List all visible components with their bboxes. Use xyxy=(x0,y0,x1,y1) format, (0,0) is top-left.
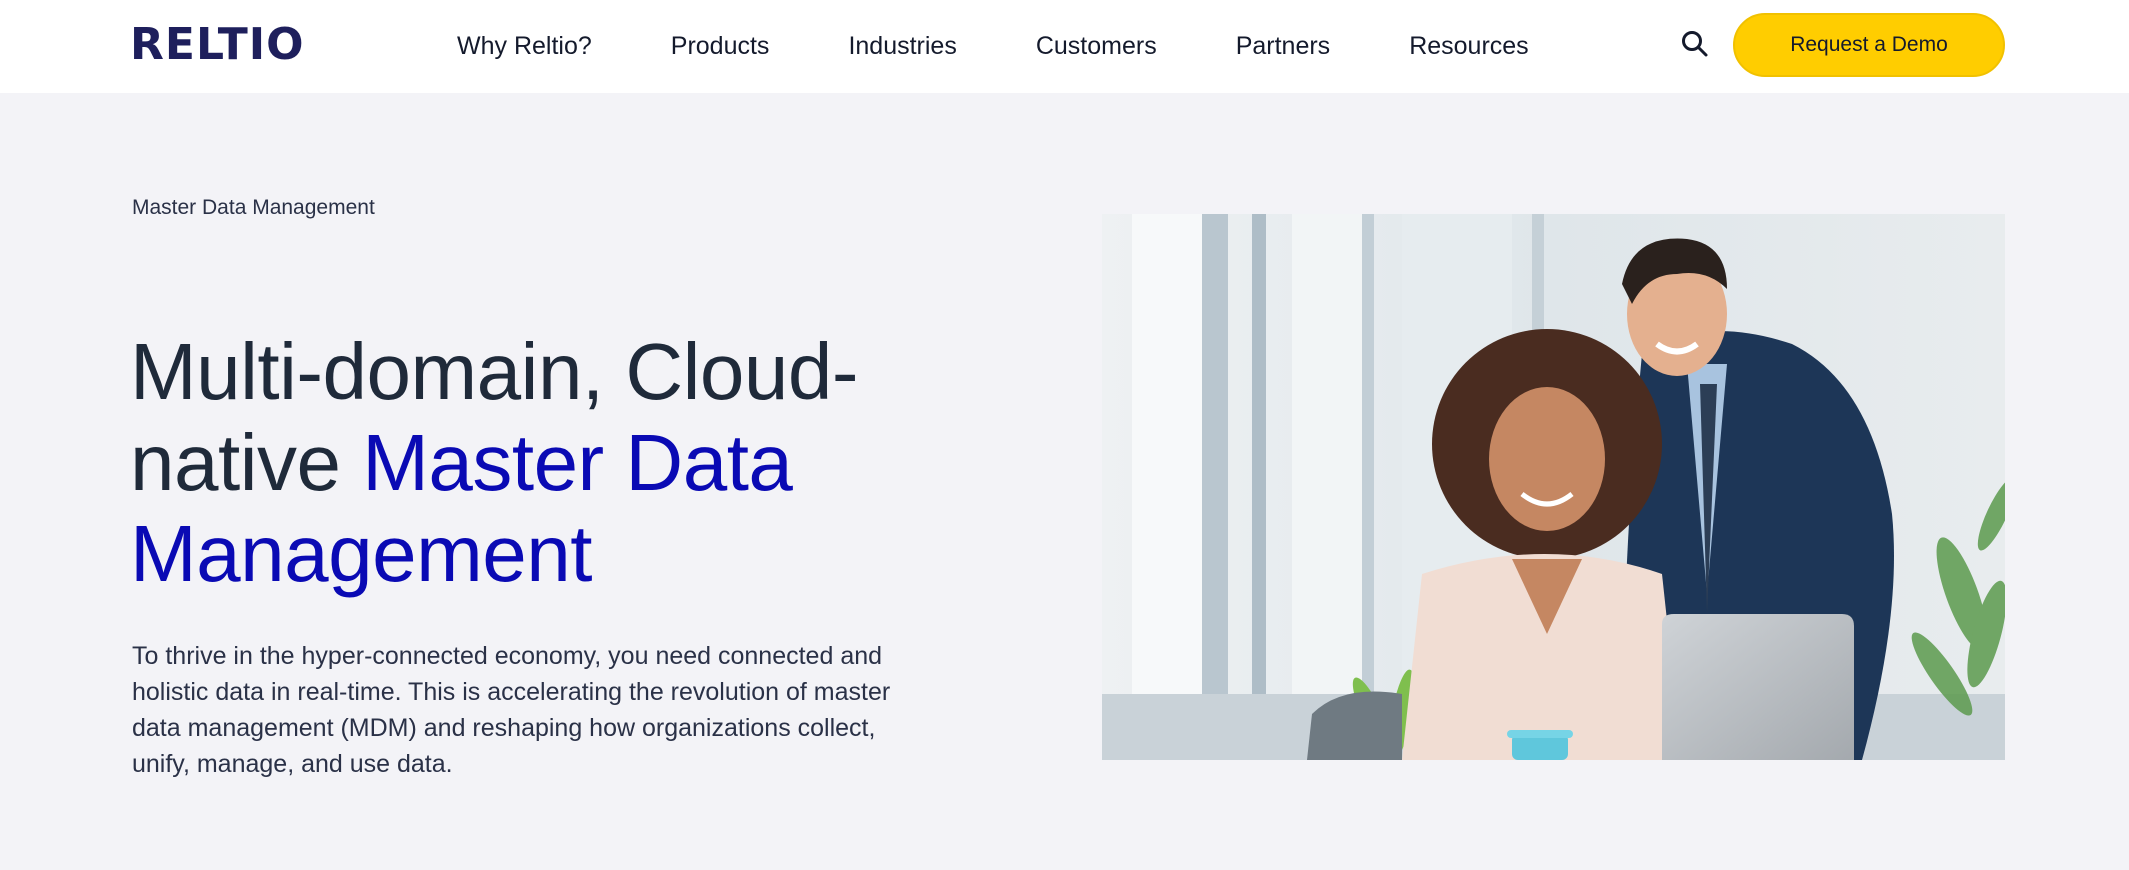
nav-industries[interactable]: Industries xyxy=(848,26,956,66)
nav-why-reltio[interactable]: Why Reltio? xyxy=(457,26,592,66)
hero-description: To thrive in the hyper-connected economy… xyxy=(132,642,891,778)
request-demo-button[interactable]: Request a Demo xyxy=(1733,13,2005,77)
nav-customers[interactable]: Customers xyxy=(1036,26,1157,66)
office-photo-illustration xyxy=(1102,214,2005,760)
site-header: RELTIO Why Reltio? Products Industries C… xyxy=(0,0,2129,93)
nav-products[interactable]: Products xyxy=(671,26,770,66)
main-nav: Why Reltio? Products Industries Customer… xyxy=(457,26,1529,66)
eyebrow-label: Master Data Management xyxy=(132,196,375,219)
hero-photo xyxy=(1102,214,2005,760)
page-title: Multi-domain, Cloud-native Master Data M… xyxy=(130,326,950,599)
nav-resources[interactable]: Resources xyxy=(1409,26,1529,66)
nav-partners[interactable]: Partners xyxy=(1236,26,1330,66)
reltio-logo[interactable]: RELTIO xyxy=(130,23,304,67)
search-icon[interactable] xyxy=(1679,28,1711,60)
